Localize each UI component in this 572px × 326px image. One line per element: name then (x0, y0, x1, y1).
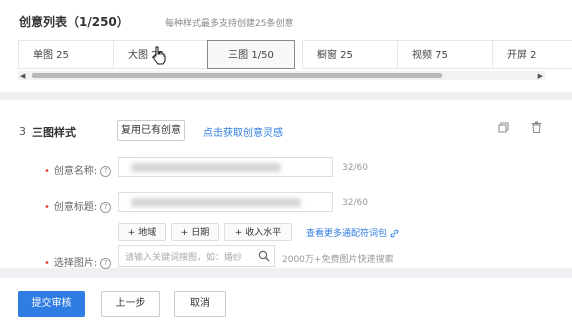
tab-three-image[interactable]: 三图 1/50 (207, 40, 295, 69)
more-wildcards-link[interactable]: 查看更多通配符词包 (306, 226, 399, 239)
footer-bar: 提交审核 上一步 取消 (0, 278, 572, 326)
tab-video[interactable]: 视频 75 (397, 40, 492, 69)
copy-icon[interactable] (498, 122, 509, 133)
tabs-scrollbar[interactable]: ◀ ▶ (18, 71, 545, 80)
cancel-button[interactable]: 取消 (174, 291, 226, 317)
image-search-placeholder: 请输入关键词搜图，如：婚纱 (125, 253, 243, 263)
help-icon[interactable]: ? (100, 201, 112, 213)
scroll-left-icon[interactable]: ◀ (20, 72, 25, 80)
select-image-label: • 选择图片:? (44, 254, 112, 269)
three-image-section: 3 三图样式 复用已有创意 点击获取创意灵感 • 创意名称:? 32/60 • 创意… (0, 100, 572, 269)
creative-inspiration-link[interactable]: 点击获取创意灵感 (203, 124, 283, 139)
insert-date-button[interactable]: + 日期 (171, 223, 219, 241)
search-icon[interactable] (258, 250, 270, 262)
tab-window[interactable]: 橱窗 25 (302, 40, 397, 69)
submit-review-button[interactable]: 提交审核 (18, 291, 85, 317)
tab-single-image[interactable]: 单图 25 (18, 40, 114, 69)
creative-name-label: • 创意名称:? (44, 162, 112, 177)
reuse-creative-button[interactable]: 复用已有创意 (117, 120, 185, 141)
creative-headline-input[interactable] (118, 192, 333, 212)
style-tabs: 单图 25 大图 25 三图 1/50 橱窗 25 视频 75 开屏 2 (18, 40, 572, 70)
creative-list-hint: 每种样式最多支持创建25条创意 (165, 19, 294, 29)
tab-splash[interactable]: 开屏 2 (492, 40, 572, 69)
scroll-right-icon[interactable]: ▶ (538, 72, 543, 80)
creative-list-title: 创意列表（1/250） (19, 15, 129, 29)
mouse-pointer-icon (153, 46, 166, 65)
insert-region-button[interactable]: + 地域 (118, 223, 166, 241)
image-search-note: 2000万+免费图片快速搜索 (282, 255, 394, 265)
creative-name-counter: 32/60 (342, 163, 368, 173)
insert-income-button[interactable]: + 收入水平 (224, 223, 292, 241)
help-icon[interactable]: ? (100, 165, 112, 177)
creative-headline-label: • 创意标题:? (44, 198, 112, 213)
creative-list-panel: 创意列表（1/250） 每种样式最多支持创建25条创意 单图 25 大图 25 … (0, 0, 572, 92)
section-title: 三图样式 (32, 126, 76, 139)
scrollbar-thumb[interactable] (32, 73, 442, 78)
previous-step-button[interactable]: 上一步 (101, 291, 160, 317)
trash-icon[interactable] (531, 121, 542, 133)
link-icon (390, 229, 399, 238)
creative-headline-counter: 32/60 (342, 198, 368, 208)
creative-name-input[interactable] (118, 157, 333, 177)
help-icon[interactable]: ? (100, 257, 112, 269)
image-search-input[interactable]: 请输入关键词搜图，如：婚纱 (118, 245, 275, 267)
section-number: 3 (19, 125, 26, 138)
